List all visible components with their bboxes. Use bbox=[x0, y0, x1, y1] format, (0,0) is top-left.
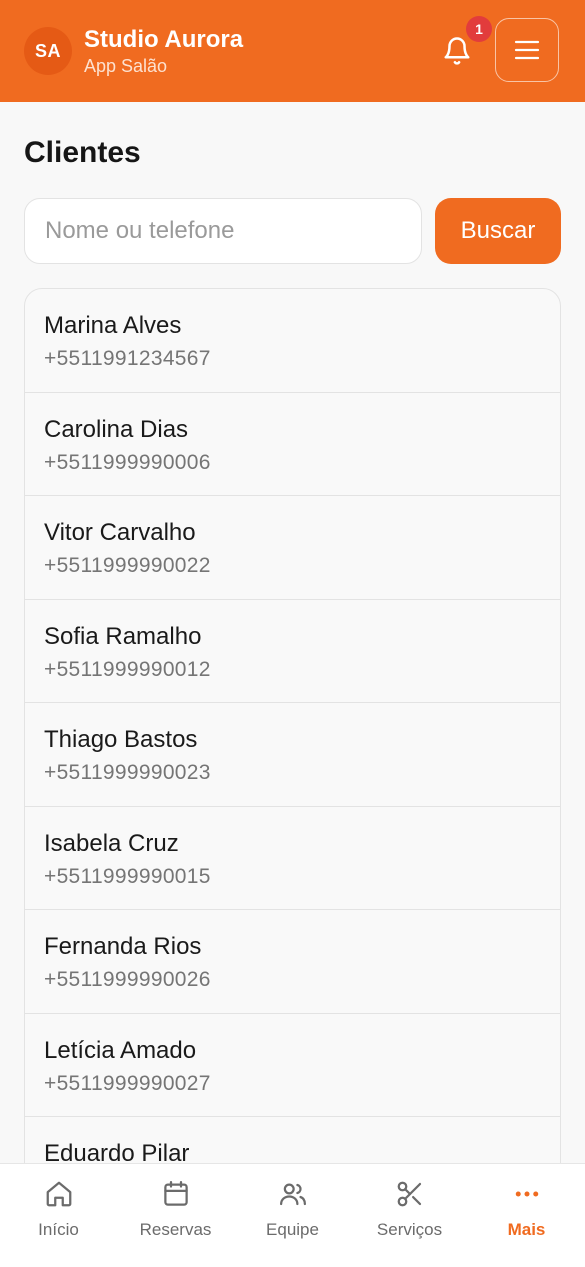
nav-label: Equipe bbox=[266, 1220, 319, 1239]
nav-label: Início bbox=[38, 1220, 79, 1239]
page-title: Clientes bbox=[24, 136, 141, 169]
nav-item-reservas[interactable]: Reservas bbox=[117, 1164, 234, 1267]
client-name: Vitor Carvalho bbox=[44, 519, 196, 546]
nav-item-servicos[interactable]: Serviços bbox=[351, 1164, 468, 1267]
home-icon bbox=[43, 1178, 75, 1210]
nav-item-inicio[interactable]: Início bbox=[0, 1164, 117, 1267]
notification-badge: 1 bbox=[466, 16, 492, 42]
app-header: SA Studio Aurora App Salão 1 bbox=[0, 0, 585, 102]
app-subtitle: App Salão bbox=[84, 56, 168, 76]
client-phone: +5511991234567 bbox=[44, 347, 211, 370]
list-item[interactable]: Thiago Bastos +5511999990023 bbox=[25, 703, 560, 807]
nav-label: Reservas bbox=[139, 1220, 212, 1239]
scissors-icon bbox=[394, 1178, 426, 1210]
list-item[interactable]: Carolina Dias +5511999990006 bbox=[25, 393, 560, 496]
nav-label: Mais bbox=[507, 1220, 546, 1239]
more-icon bbox=[511, 1178, 543, 1210]
nav-item-mais[interactable]: Mais bbox=[468, 1164, 585, 1267]
client-name: Isabela Cruz bbox=[44, 829, 179, 857]
client-name: Letícia Amado bbox=[44, 1036, 197, 1064]
client-name: Marina Alves bbox=[44, 312, 182, 339]
client-phone: +5511999990023 bbox=[44, 761, 211, 784]
client-list: Marina Alves +5511991234567 Carolina Dia… bbox=[24, 288, 561, 1188]
app-title: Studio Aurora bbox=[84, 26, 244, 53]
client-phone: +5511999990027 bbox=[44, 1071, 211, 1095]
client-name: Fernanda Rios bbox=[44, 933, 202, 960]
avatar[interactable]: SA bbox=[24, 27, 72, 75]
menu-button[interactable] bbox=[495, 18, 559, 82]
nav-item-equipe[interactable]: Equipe bbox=[234, 1164, 351, 1267]
bottom-nav: Início Reservas Equipe Serviços Mais bbox=[0, 1163, 585, 1267]
search-input[interactable] bbox=[24, 198, 422, 264]
client-phone: +5511999990026 bbox=[44, 968, 211, 991]
list-item[interactable]: Isabela Cruz +5511999990015 bbox=[25, 807, 560, 910]
calendar-icon bbox=[160, 1178, 192, 1210]
search-button[interactable]: Buscar bbox=[435, 198, 561, 264]
list-item[interactable]: Marina Alves +5511991234567 bbox=[25, 289, 560, 393]
list-item[interactable]: Sofia Ramalho +5511999990012 bbox=[25, 600, 560, 703]
list-item[interactable]: Letícia Amado +5511999990027 bbox=[25, 1014, 560, 1117]
client-name: Thiago Bastos bbox=[44, 726, 198, 753]
nav-label: Serviços bbox=[376, 1220, 443, 1239]
list-item[interactable]: Vitor Carvalho +5511999990022 bbox=[25, 496, 560, 600]
client-phone: +5511999990012 bbox=[44, 657, 211, 681]
client-phone: +5511999990022 bbox=[44, 554, 211, 577]
client-phone: +5511999990006 bbox=[44, 450, 211, 474]
client-phone: +5511999990015 bbox=[44, 864, 211, 888]
hamburger-icon bbox=[514, 40, 540, 60]
users-icon bbox=[277, 1178, 309, 1210]
client-name: Sofia Ramalho bbox=[44, 622, 202, 650]
client-name: Carolina Dias bbox=[44, 415, 189, 443]
list-item[interactable]: Fernanda Rios +5511999990026 bbox=[25, 910, 560, 1014]
